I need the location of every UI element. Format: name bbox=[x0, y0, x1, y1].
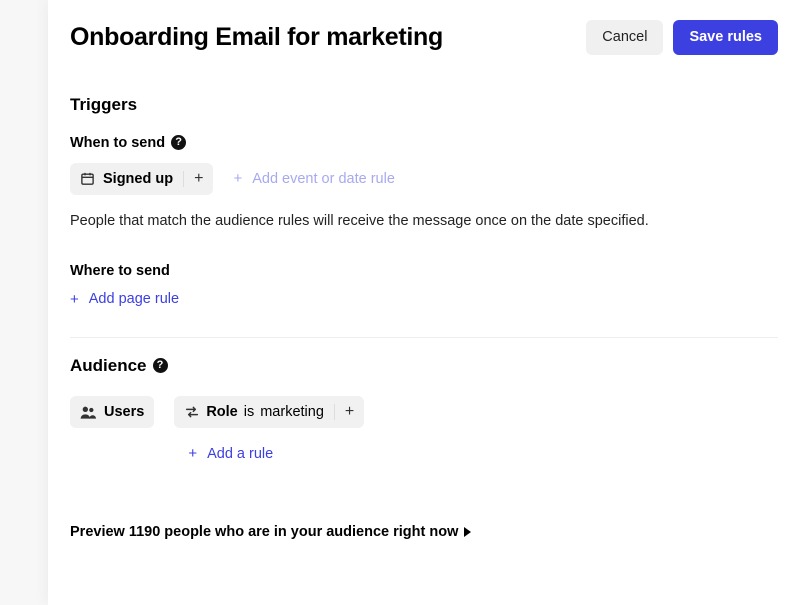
panel-body: Triggers When to send ? Signed up + + Ad… bbox=[48, 73, 800, 605]
when-rule-label: Signed up bbox=[103, 171, 173, 187]
where-to-send-text: Where to send bbox=[70, 263, 170, 279]
header-actions: Cancel Save rules bbox=[586, 20, 778, 55]
add-page-rule-plus-icon: + bbox=[70, 292, 79, 307]
when-rule-pill[interactable]: Signed up + bbox=[70, 163, 213, 195]
section-audience-title: Audience ? bbox=[70, 356, 778, 376]
when-to-send-row: Signed up + + Add event or date rule bbox=[70, 163, 778, 195]
add-event-rule-text: Add event or date rule bbox=[252, 171, 395, 187]
audience-rule-value: marketing bbox=[260, 404, 324, 420]
preview-count: 1190 bbox=[129, 524, 160, 540]
preview-prefix: Preview bbox=[70, 524, 125, 540]
section-triggers-title: Triggers bbox=[70, 95, 778, 115]
when-rule-main: Signed up bbox=[80, 171, 173, 187]
page-title: Onboarding Email for marketing bbox=[70, 23, 443, 52]
swap-icon bbox=[184, 405, 200, 419]
audience-rule-pill[interactable]: Role is marketing + bbox=[174, 396, 364, 428]
triggers-title-text: Triggers bbox=[70, 95, 137, 115]
when-to-send-label: When to send ? bbox=[70, 135, 778, 151]
add-event-rule-link[interactable]: + Add event or date rule bbox=[233, 171, 394, 187]
section-divider bbox=[70, 337, 778, 338]
where-to-send-section: Where to send + Add page rule bbox=[70, 263, 778, 309]
add-audience-rule-link[interactable]: + Add a rule bbox=[174, 446, 364, 462]
when-to-send-text: When to send bbox=[70, 135, 165, 151]
when-description: People that match the audience rules wil… bbox=[70, 213, 778, 229]
help-icon[interactable]: ? bbox=[153, 358, 168, 373]
audience-users-main: Users bbox=[80, 404, 144, 420]
add-audience-rule-plus-icon: + bbox=[188, 446, 197, 461]
add-page-rule-text: Add page rule bbox=[89, 291, 179, 307]
audience-rules-column: Role is marketing + + Add a rule bbox=[174, 396, 364, 462]
audience-rule-field: Role bbox=[206, 404, 237, 420]
audience-rule-expand-button[interactable]: + bbox=[334, 404, 354, 420]
add-event-rule-plus-icon: + bbox=[233, 171, 242, 186]
calendar-icon bbox=[80, 171, 95, 186]
audience-row: Users Role is marketing + + bbox=[70, 396, 778, 462]
audience-title-text: Audience bbox=[70, 356, 147, 376]
audience-users-pill[interactable]: Users bbox=[70, 396, 154, 428]
preview-suffix: people who are in your audience right no… bbox=[164, 524, 458, 540]
audience-rule-main: Role is marketing bbox=[184, 404, 324, 420]
panel-header: Onboarding Email for marketing Cancel Sa… bbox=[48, 0, 800, 73]
when-rule-expand-button[interactable]: + bbox=[183, 171, 203, 187]
add-page-rule-link[interactable]: + Add page rule bbox=[70, 291, 179, 307]
audience-rule-operator: is bbox=[244, 404, 254, 420]
rules-panel: Onboarding Email for marketing Cancel Sa… bbox=[48, 0, 800, 605]
add-audience-rule-text: Add a rule bbox=[207, 446, 273, 462]
audience-users-label: Users bbox=[104, 404, 144, 420]
users-icon bbox=[80, 405, 96, 419]
cancel-button[interactable]: Cancel bbox=[586, 20, 663, 55]
chevron-right-icon bbox=[464, 527, 471, 537]
where-to-send-label: Where to send bbox=[70, 263, 778, 279]
preview-audience-link[interactable]: Preview 1190 people who are in your audi… bbox=[70, 524, 778, 540]
save-rules-button[interactable]: Save rules bbox=[673, 20, 778, 55]
help-icon[interactable]: ? bbox=[171, 135, 186, 150]
